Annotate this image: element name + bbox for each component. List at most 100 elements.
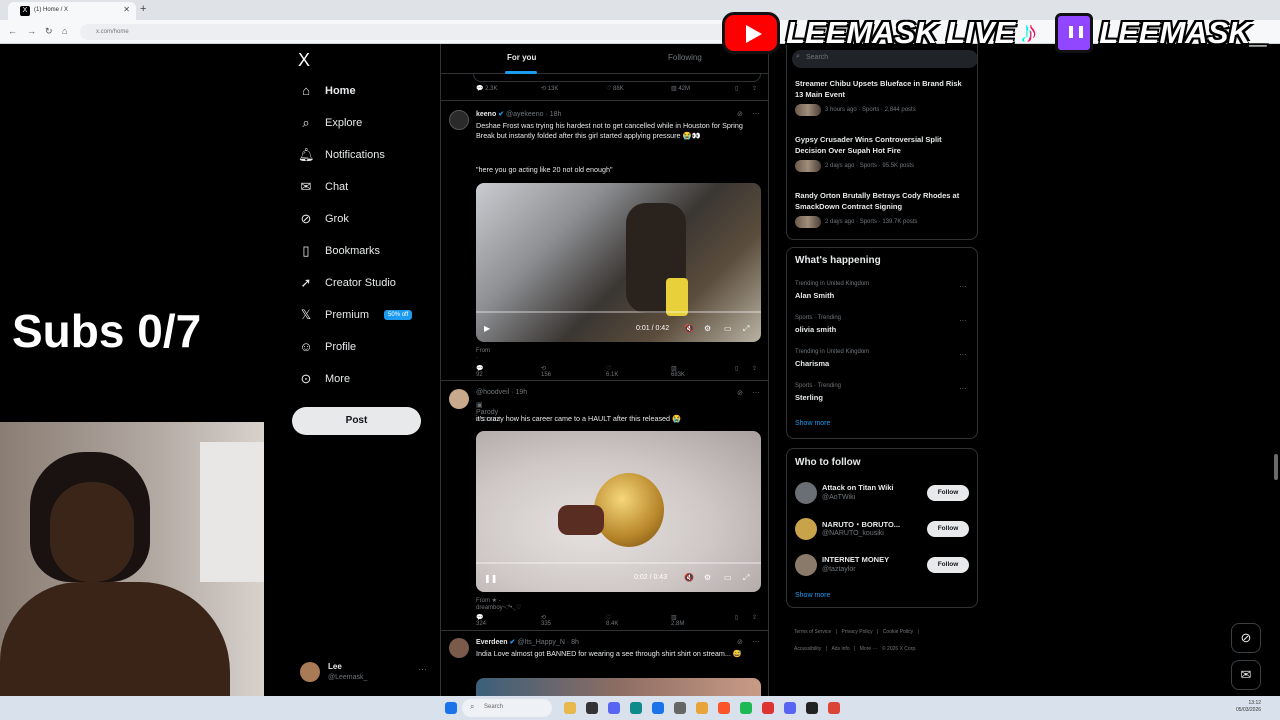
author-handle[interactable]: @ayekeeno bbox=[506, 111, 543, 118]
scrollbar[interactable] bbox=[1274, 454, 1278, 480]
taskbar-clock[interactable]: 13:12 05/03/2026 bbox=[1236, 700, 1261, 714]
nav-item-premium[interactable]: 𝕏 Premium 50% off bbox=[298, 303, 413, 327]
follow-button[interactable]: Follow bbox=[927, 557, 969, 573]
x-logo-icon[interactable]: X bbox=[298, 50, 310, 71]
settings-icon[interactable]: ⚙ bbox=[704, 324, 711, 333]
fullscreen-icon[interactable]: ⤢ bbox=[743, 573, 749, 583]
spotify-icon[interactable] bbox=[740, 702, 752, 714]
tweet-media[interactable] bbox=[476, 678, 761, 696]
app-icon[interactable] bbox=[784, 702, 796, 714]
footer-link[interactable]: Privacy Policy bbox=[841, 629, 872, 635]
mute-icon[interactable]: 🔇 bbox=[684, 573, 694, 582]
url-field[interactable]: x.com/home bbox=[80, 24, 740, 40]
taskbar-search[interactable]: ⌕ Search bbox=[462, 699, 552, 717]
windows-start-icon[interactable] bbox=[445, 702, 457, 714]
tweet-time[interactable]: 8h bbox=[571, 639, 579, 646]
share-icon[interactable]: ⇪ bbox=[752, 614, 757, 621]
footer-link[interactable]: Accessibility bbox=[794, 646, 821, 652]
store-icon[interactable] bbox=[652, 702, 664, 714]
view-count[interactable]: ▥ 683K bbox=[671, 365, 685, 378]
suggested-account-name[interactable]: Attack on Titan Wiki bbox=[822, 483, 893, 492]
video-progress[interactable] bbox=[476, 311, 761, 313]
more-icon[interactable]: ··· bbox=[959, 316, 967, 325]
chrome-icon[interactable] bbox=[828, 702, 840, 714]
messages-icon[interactable]: ✉ bbox=[1231, 660, 1261, 690]
grok-icon[interactable]: ⊘ bbox=[737, 110, 743, 118]
mute-icon[interactable]: 🔇 bbox=[684, 324, 694, 333]
nav-item-home[interactable]: ⌂ Home bbox=[298, 79, 356, 103]
like-count[interactable]: ♡ 8.4K bbox=[606, 614, 618, 627]
tweet-video[interactable]: ▶ 0:01 / 0:42 🔇 ⚙ ▭ ⤢ bbox=[476, 183, 761, 342]
discord-icon[interactable] bbox=[608, 702, 620, 714]
more-icon[interactable]: ··· bbox=[752, 109, 760, 118]
grok-icon[interactable]: ⊘ bbox=[737, 638, 743, 646]
news-headline[interactable]: Streamer Chibu Upsets Blueface in Brand … bbox=[795, 78, 971, 100]
bookmark-icon[interactable]: ▯ bbox=[735, 614, 738, 621]
obs-icon[interactable] bbox=[806, 702, 818, 714]
tweet-video[interactable]: ❚❚ 0:02 / 0:43 🔇 ⚙ ▭ ⤢ bbox=[476, 431, 761, 592]
more-icon[interactable]: ··· bbox=[418, 664, 427, 674]
footer-link[interactable]: Ads info bbox=[831, 646, 849, 652]
settings-icon[interactable]: ⚙ bbox=[704, 573, 711, 582]
photos-icon[interactable] bbox=[696, 702, 708, 714]
back-icon[interactable]: ← bbox=[8, 26, 17, 36]
news-headline[interactable]: Randy Orton Brutally Betrays Cody Rhodes… bbox=[795, 190, 971, 212]
play-icon[interactable]: ▶ bbox=[484, 324, 490, 333]
suggested-account-name[interactable]: INTERNET MONEY bbox=[822, 555, 889, 564]
home-browser-icon[interactable]: ⌂ bbox=[62, 26, 67, 36]
more-icon[interactable]: ··· bbox=[959, 384, 967, 393]
footer-link[interactable]: Terms of Service bbox=[794, 629, 831, 635]
more-icon[interactable]: ··· bbox=[959, 282, 967, 291]
like-count[interactable]: ♡ 88K bbox=[606, 85, 624, 92]
nav-item-chat[interactable]: ✉ Chat bbox=[298, 175, 349, 199]
more-icon[interactable]: ··· bbox=[752, 637, 760, 646]
trend-name[interactable]: Alan Smith bbox=[795, 291, 834, 300]
footer-link[interactable]: More ··· bbox=[860, 646, 878, 652]
grok-icon[interactable]: ⊘ bbox=[1231, 623, 1261, 653]
fullscreen-icon[interactable]: ⤢ bbox=[743, 324, 749, 334]
nav-item-profile[interactable]: ☺ Profile bbox=[298, 335, 356, 359]
avatar[interactable] bbox=[449, 110, 469, 130]
avatar[interactable] bbox=[795, 554, 817, 576]
new-tab-button[interactable]: + bbox=[140, 3, 146, 15]
follow-button[interactable]: Follow bbox=[927, 521, 969, 537]
more-icon[interactable]: ··· bbox=[959, 350, 967, 359]
tab-following[interactable]: Following bbox=[668, 53, 702, 62]
author-handle[interactable]: @hoodveil bbox=[476, 389, 509, 396]
pip-icon[interactable]: ▭ bbox=[724, 324, 732, 333]
tweet-time[interactable]: 19h bbox=[515, 389, 527, 396]
show-more-link[interactable]: Show more bbox=[795, 592, 830, 599]
video-from[interactable]: From ★ -dreamboy~:*•.¸♡ bbox=[476, 597, 521, 611]
author-handle[interactable]: @Its_Happy_N bbox=[517, 639, 565, 646]
author-name[interactable]: keeno bbox=[476, 111, 496, 118]
app-icon[interactable] bbox=[762, 702, 774, 714]
view-count[interactable]: ▥ 2.8M bbox=[671, 614, 684, 627]
pip-icon[interactable]: ▭ bbox=[724, 573, 732, 582]
nav-item-explore[interactable]: ⌕ Explore bbox=[298, 111, 362, 135]
grok-icon[interactable]: ⊘ bbox=[737, 389, 743, 397]
like-count[interactable]: ♡ 6.1K bbox=[606, 365, 618, 378]
trend-name[interactable]: olivia smith bbox=[795, 325, 836, 334]
file-explorer-icon[interactable] bbox=[564, 702, 576, 714]
tweet-time[interactable]: 18h bbox=[550, 111, 562, 118]
video-progress[interactable] bbox=[476, 562, 761, 564]
suggested-account-name[interactable]: NARUTO・BORUTO... bbox=[822, 519, 900, 530]
nav-item-grok[interactable]: ⊘ Grok bbox=[298, 207, 349, 231]
nav-item-notifications[interactable]: 🔔︎ Notifications bbox=[298, 143, 385, 167]
more-icon[interactable]: ··· bbox=[752, 388, 760, 397]
forward-icon[interactable]: → bbox=[27, 26, 36, 36]
edge-icon[interactable] bbox=[630, 702, 642, 714]
brave-icon[interactable] bbox=[718, 702, 730, 714]
nav-item-bookmarks[interactable]: ▯ Bookmarks bbox=[298, 239, 380, 263]
reply-count[interactable]: 💬 2.3K bbox=[476, 85, 497, 92]
show-more-link[interactable]: Show more bbox=[795, 420, 830, 427]
reply-count[interactable]: 💬 92 bbox=[476, 365, 483, 378]
news-headline[interactable]: Gypsy Crusader Wins Controversial Split … bbox=[795, 134, 971, 156]
reload-icon[interactable]: ↻ bbox=[45, 26, 53, 37]
settings-icon[interactable] bbox=[674, 702, 686, 714]
nav-item-more[interactable]: ⊙ More bbox=[298, 367, 351, 391]
nav-item-creator-studio[interactable]: ➚ Creator Studio bbox=[298, 271, 396, 295]
trend-name[interactable]: Charisma bbox=[795, 359, 829, 368]
close-tab-icon[interactable]: ✕ bbox=[123, 5, 130, 14]
repost-count[interactable]: ⟲ 335 bbox=[541, 614, 551, 627]
